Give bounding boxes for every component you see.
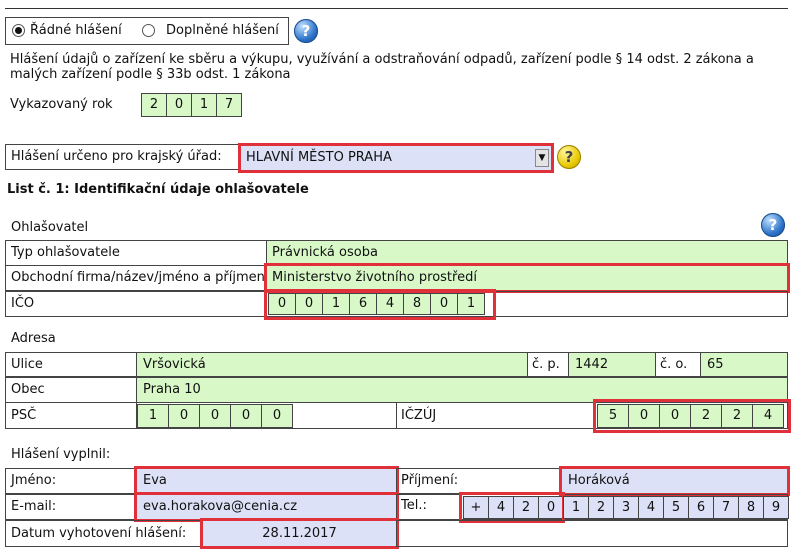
top-rule	[5, 8, 788, 9]
email-value: eva.horakova@cenia.cz	[143, 499, 298, 514]
cp-value: 1442	[575, 357, 609, 372]
city-field[interactable]: Praha 10	[136, 377, 788, 403]
last-name-label: Příjmení:	[401, 473, 459, 488]
phone-digit[interactable]: 5	[663, 496, 689, 519]
zip-digit[interactable]: 0	[199, 404, 231, 428]
help-yellow-icon[interactable]: ?	[557, 145, 581, 169]
zip-digit[interactable]: 0	[168, 404, 200, 428]
phone-digit[interactable]: 1	[563, 496, 589, 519]
year-digit[interactable]: 0	[166, 93, 192, 117]
reporter-name-field[interactable]: Ministerstvo životního prostředí	[264, 263, 790, 293]
email-label: E-mail:	[11, 499, 57, 514]
reporter-name-label-cell: Obchodní firma/název/jméno a příjmení	[5, 265, 267, 291]
zip-digit[interactable]: 1	[137, 404, 169, 428]
reporter-type-field[interactable]: Právnická osoba	[266, 240, 788, 266]
date-field[interactable]: 28.11.2017	[200, 518, 399, 549]
street-label-cell: Ulice	[5, 352, 137, 377]
date-label: Datum vyhotovení hlášení:	[11, 526, 187, 541]
last-name-label-cell: Příjmení:	[396, 468, 562, 494]
co-label: č. o.	[660, 357, 688, 372]
filled-by-title: Hlášení vyplnil:	[11, 447, 111, 462]
region-select-value: HLAVNÍ MĚSTO PRAHA	[246, 150, 392, 165]
year-digit[interactable]: 2	[141, 93, 167, 117]
phone-label: Tel.:	[401, 498, 427, 513]
zip-label: PSČ	[11, 408, 37, 423]
phone-digit[interactable]: 7	[713, 496, 739, 519]
email-label-cell: E-mail:	[5, 494, 137, 520]
phone-digit[interactable]: 9	[763, 496, 789, 519]
phone-digit[interactable]: 4	[638, 496, 664, 519]
last-name-value: Horáková	[568, 473, 630, 488]
radio-regular-label: Řádné hlášení	[30, 23, 122, 38]
cp-label-cell: č. p.	[527, 352, 569, 377]
radio-supplementary-label: Doplněné hlášení	[166, 23, 279, 38]
phone-digit[interactable]: 6	[688, 496, 714, 519]
year-digit[interactable]: 7	[216, 93, 242, 117]
phone-digit[interactable]: 2	[588, 496, 614, 519]
ico-label: IČO	[11, 296, 35, 311]
radio-supplementary[interactable]	[142, 24, 155, 37]
ico-highlight	[264, 289, 496, 320]
help-icon[interactable]: ?	[294, 19, 318, 43]
last-name-field[interactable]: Horáková	[559, 466, 790, 496]
help-icon[interactable]: ?	[761, 213, 785, 237]
year-label: Vykazovaný rok	[10, 97, 113, 112]
address-title: Adresa	[11, 331, 56, 346]
date-label-cell: Datum vyhotovení hlášení:	[5, 520, 203, 547]
region-select[interactable]: HLAVNÍ MĚSTO PRAHA ▼	[238, 143, 554, 173]
region-label: Hlášení určeno pro krajský úřad:	[11, 149, 222, 164]
cp-field[interactable]: 1442	[568, 352, 656, 377]
zip-digit[interactable]: 0	[261, 404, 293, 428]
zip-divider	[396, 402, 397, 429]
description: Hlášení údajů o zařízení ke sběru a výku…	[10, 52, 754, 82]
iczuj-highlight	[593, 399, 791, 433]
phone-prefix-highlight	[459, 492, 565, 523]
first-name-value: Eva	[143, 473, 167, 488]
phone-digit[interactable]: 8	[738, 496, 764, 519]
cp-label: č. p.	[532, 357, 560, 372]
date-row-rest	[396, 520, 788, 547]
reporter-name-value: Ministerstvo životního prostředí	[272, 270, 477, 285]
street-value: Vršovická	[143, 357, 206, 372]
date-value: 28.11.2017	[262, 526, 337, 541]
reporter-name-label: Obchodní firma/název/jméno a příjmení	[11, 270, 267, 285]
first-name-label: Jméno:	[11, 473, 57, 488]
reporter-title: Ohlašovatel	[11, 220, 89, 235]
co-label-cell: č. o.	[655, 352, 701, 377]
city-label: Obec	[11, 382, 45, 397]
list1-title: List č. 1: Identifikační údaje ohlašovat…	[7, 182, 309, 197]
dropdown-arrow-icon[interactable]: ▼	[535, 149, 549, 167]
first-name-label-cell: Jméno:	[5, 468, 137, 494]
co-field[interactable]: 65	[700, 352, 788, 377]
phone-digit[interactable]: 3	[613, 496, 639, 519]
co-value: 65	[707, 357, 724, 372]
city-label-cell: Obec	[5, 377, 137, 403]
city-value: Praha 10	[143, 382, 201, 397]
street-label: Ulice	[11, 357, 43, 372]
reporter-type-value: Právnická osoba	[272, 245, 378, 260]
iczuj-label: IČZÚJ	[401, 408, 437, 423]
first-name-field[interactable]: Eva	[134, 466, 399, 496]
zip-digit[interactable]: 0	[230, 404, 262, 428]
year-digit[interactable]: 1	[191, 93, 217, 117]
street-field[interactable]: Vršovická	[136, 352, 528, 377]
email-field[interactable]: eva.horakova@cenia.cz	[134, 492, 399, 522]
radio-regular[interactable]	[12, 24, 25, 37]
reporter-type-label-cell: Typ ohlašovatele	[5, 240, 267, 266]
reporter-type-label: Typ ohlašovatele	[11, 245, 120, 260]
